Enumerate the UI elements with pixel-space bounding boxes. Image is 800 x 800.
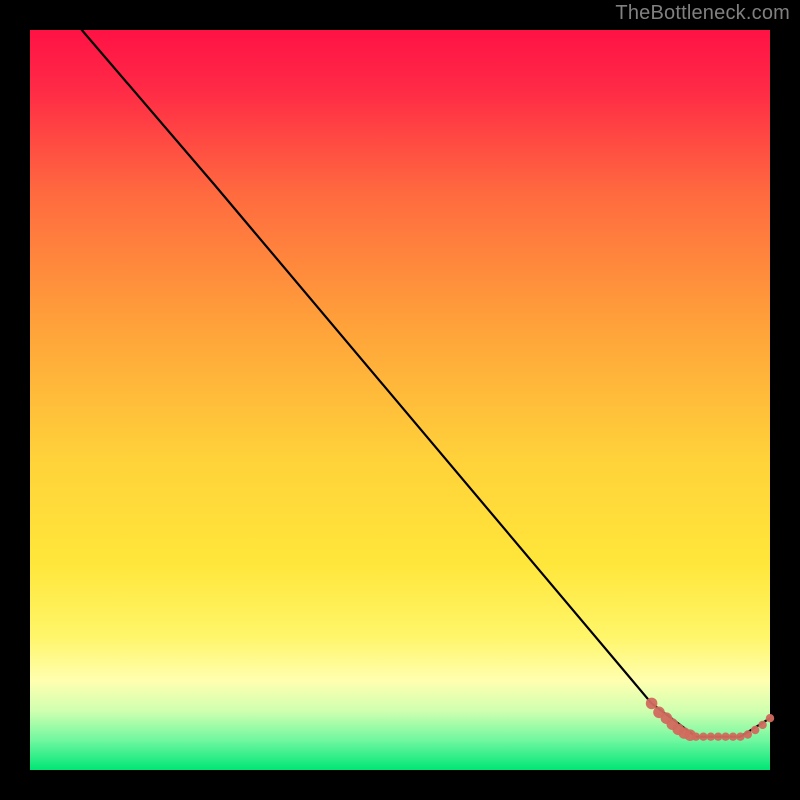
- curve-marker: [646, 698, 658, 710]
- curve-marker: [751, 726, 759, 734]
- chart-root: { "watermark": "TheBottleneck.com", "col…: [0, 0, 800, 800]
- plot-background: [30, 30, 770, 770]
- bottleneck-chart: [0, 0, 800, 800]
- curve-marker: [766, 714, 774, 722]
- curve-marker: [692, 733, 700, 741]
- watermark-text: TheBottleneck.com: [615, 2, 790, 25]
- curve-marker: [721, 733, 729, 741]
- curve-marker: [729, 733, 737, 741]
- curve-marker: [707, 733, 715, 741]
- curve-marker: [758, 721, 766, 729]
- curve-marker: [744, 730, 752, 738]
- curve-marker: [736, 733, 744, 741]
- curve-marker: [699, 733, 707, 741]
- curve-marker: [714, 733, 722, 741]
